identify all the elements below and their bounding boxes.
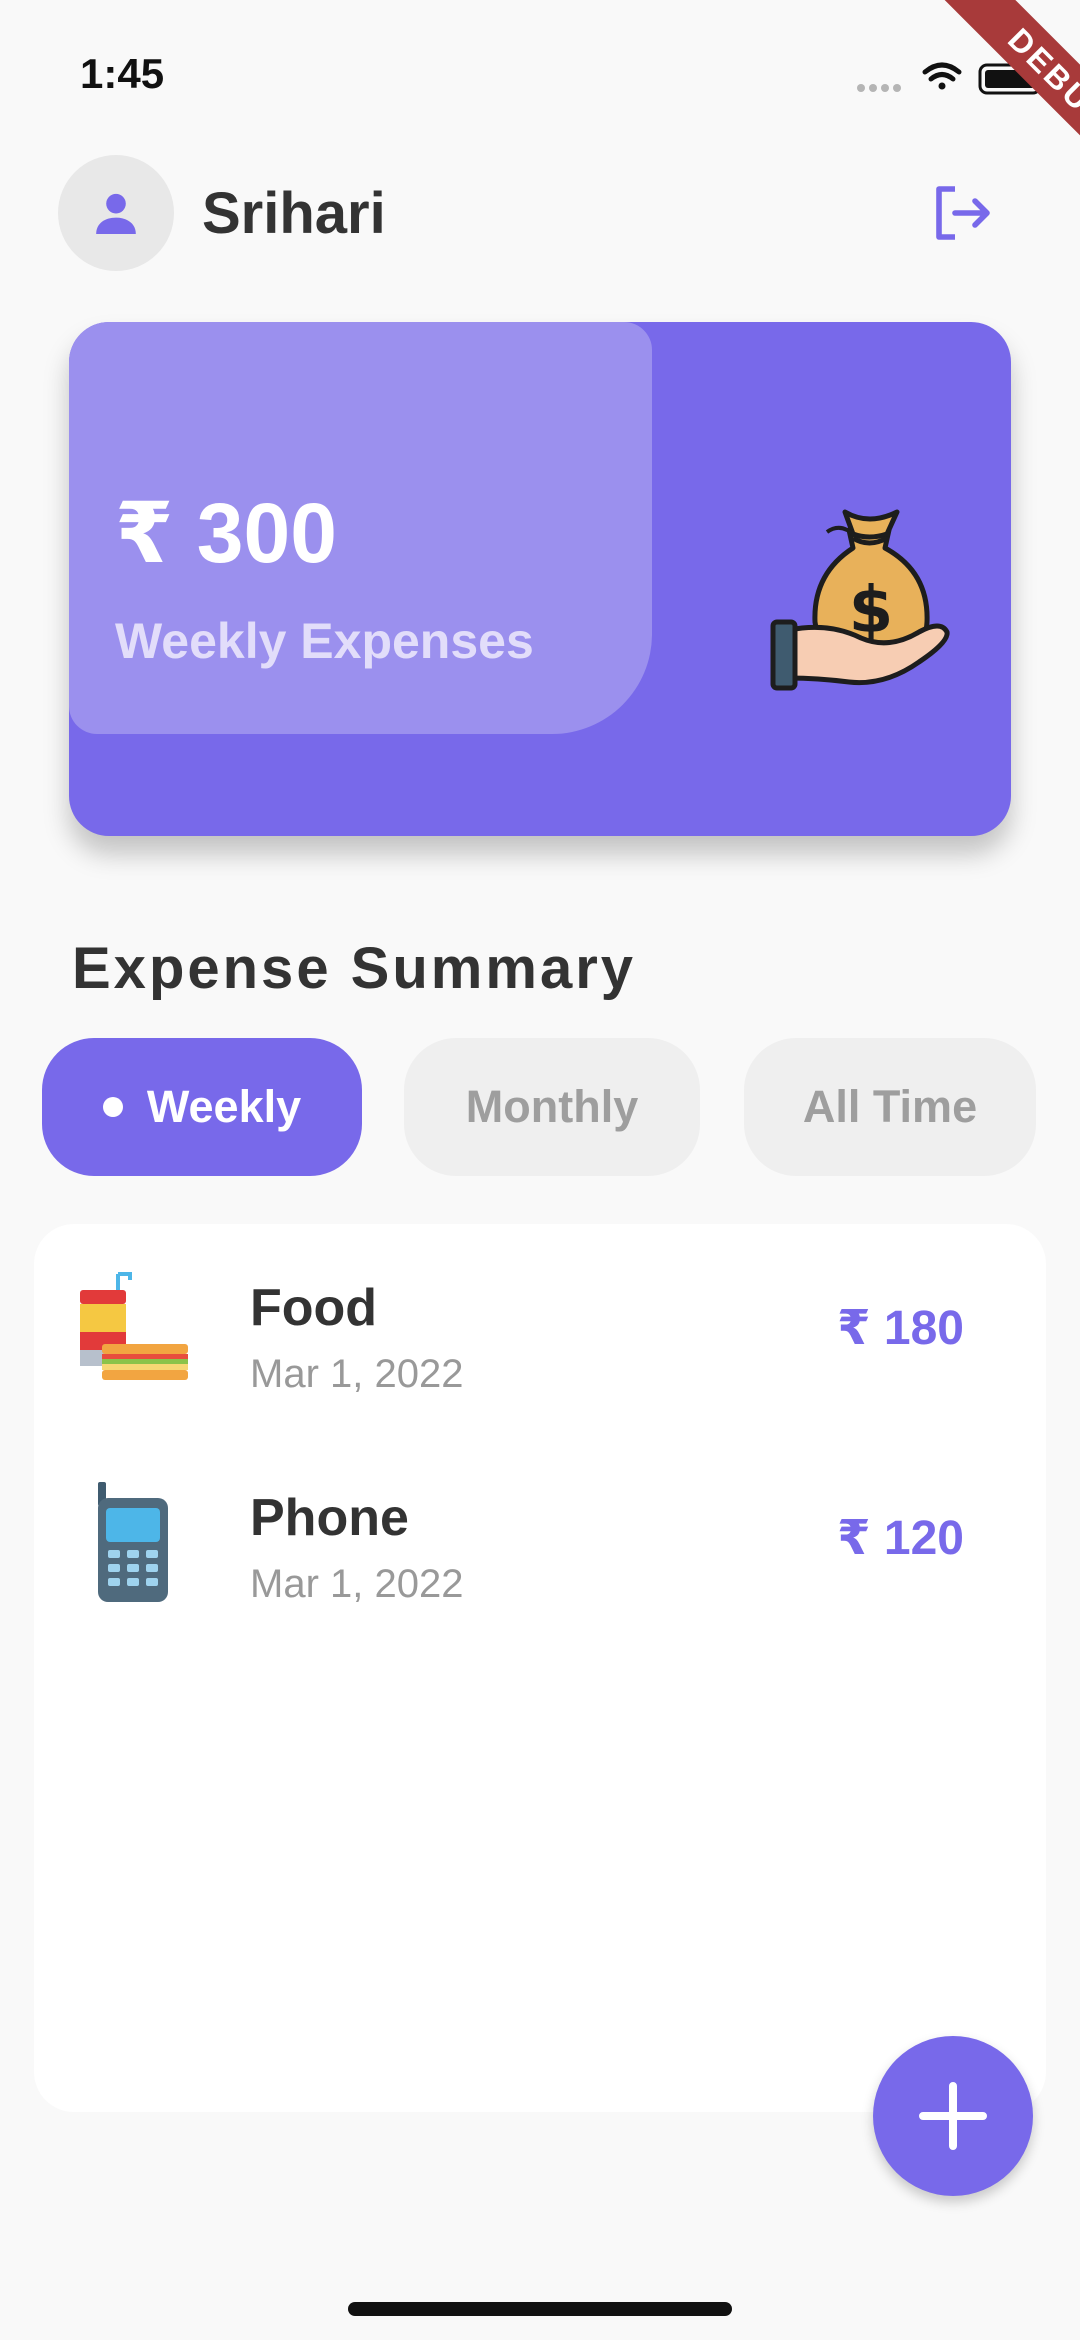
expense-title: Food [250, 1279, 378, 1337]
filter-chip-label: Monthly [465, 1081, 639, 1132]
add-expense-button[interactable] [873, 2036, 1033, 2196]
home-indicator [348, 2302, 732, 2316]
logout-icon [936, 186, 990, 240]
person-icon [96, 193, 136, 234]
weekly-summary-card: ₹ 300 Weekly Expenses $ [69, 322, 1011, 836]
list-item[interactable]: Phone Mar 1, 2022 ₹ 120 [34, 1434, 1046, 1614]
wifi-icon [922, 62, 962, 90]
avatar[interactable] [58, 155, 174, 271]
expense-amount: ₹ 120 [837, 1512, 964, 1565]
expense-date: Mar 1, 2022 [250, 1562, 464, 1606]
weekly-total-amount: ₹ 300 [115, 486, 337, 580]
expense-list: Food Mar 1, 2022 ₹ 180 Phone Mar 1, 2022… [34, 1224, 1046, 2112]
filter-chip-monthly[interactable]: Monthly [404, 1038, 700, 1176]
filter-chip-label: All Time [802, 1081, 978, 1132]
filter-chip-all-time[interactable]: All Time [744, 1038, 1036, 1176]
expense-amount: ₹ 180 [837, 1302, 964, 1355]
food-icon [80, 1272, 188, 1380]
section-title: Expense Summary [72, 936, 637, 1001]
filter-chip-label: Weekly [146, 1081, 302, 1132]
weekly-total-label: Weekly Expenses [115, 613, 534, 669]
phone-icon [98, 1482, 168, 1602]
logout-button[interactable] [926, 180, 1000, 246]
user-name: Srihari [202, 181, 386, 246]
filter-chip-weekly[interactable]: Weekly [42, 1038, 362, 1176]
plus-icon [919, 2082, 987, 2150]
expense-date: Mar 1, 2022 [250, 1352, 464, 1396]
status-time: 1:45 [80, 50, 165, 97]
selected-dot-icon [102, 1097, 123, 1117]
expense-title: Phone [250, 1489, 409, 1547]
list-item[interactable]: Food Mar 1, 2022 ₹ 180 [34, 1224, 1046, 1404]
signal-icon [857, 84, 901, 92]
money-bag-icon: $ [770, 509, 950, 691]
